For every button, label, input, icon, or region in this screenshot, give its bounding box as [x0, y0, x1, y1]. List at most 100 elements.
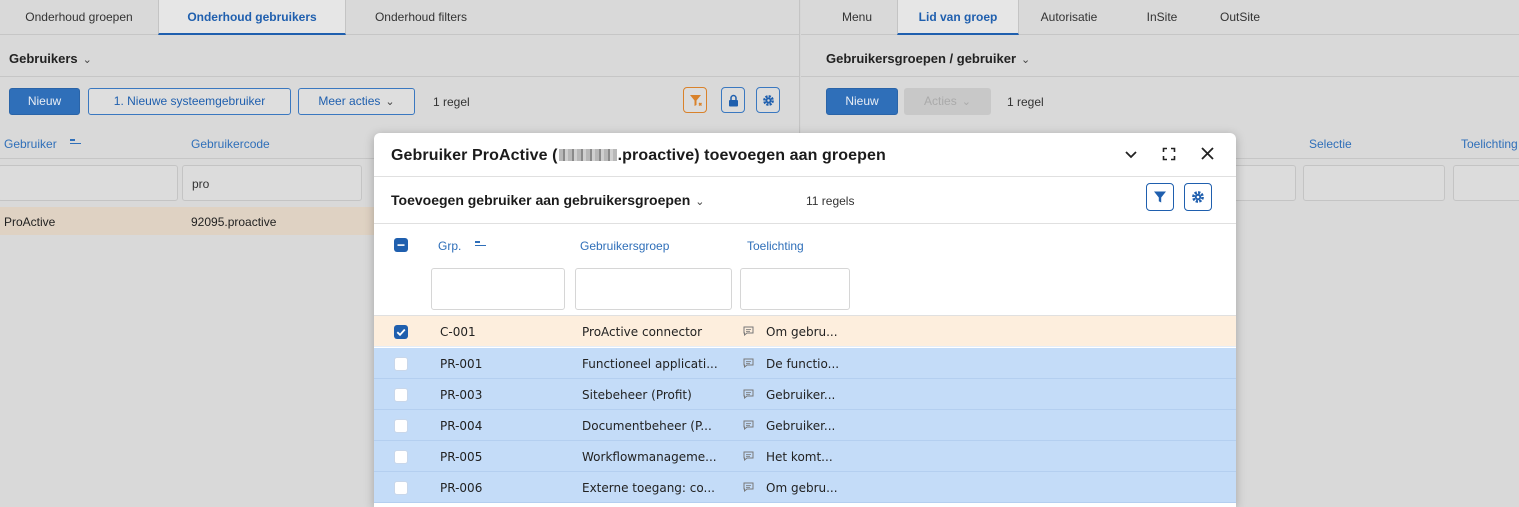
more-actions-label: Meer acties — [318, 94, 381, 108]
row-count: 1 regel — [433, 95, 470, 109]
maximize-icon — [1162, 147, 1176, 161]
column-header-gebruikercode[interactable]: Gebruikercode — [191, 137, 270, 151]
table-row[interactable]: PR-006 Externe toegang: co... Om gebru..… — [374, 472, 1236, 503]
chevron-down-icon: ⌄ — [385, 96, 395, 108]
column-header-selectie[interactable]: Selectie — [1309, 137, 1352, 151]
dialog-title-suffix: .proactive) toevoegen aan groepen — [617, 147, 886, 164]
filter-gebruikersgroep-input[interactable] — [575, 268, 732, 310]
collapse-button[interactable] — [1124, 146, 1138, 166]
dialog-subtitle[interactable]: Toevoegen gebruiker aan gebruikersgroepe… — [391, 192, 705, 208]
close-icon — [1201, 147, 1214, 160]
redacted-text — [558, 149, 617, 161]
column-header-toelichting[interactable]: Toelichting — [1461, 137, 1518, 151]
new-group-button[interactable]: Nieuw — [826, 88, 898, 115]
cell-note: Om gebru... — [766, 325, 838, 339]
left-tab-bar: Onderhoud groepen Onderhoud gebruikers O… — [0, 0, 799, 35]
row-checkbox[interactable] — [394, 481, 408, 495]
dialog-title-prefix: Gebruiker ProActive ( — [391, 147, 558, 164]
more-actions-button[interactable]: Meer acties ⌄ — [298, 88, 415, 115]
row-checkbox[interactable] — [394, 388, 408, 402]
select-all-checkbox[interactable] — [394, 238, 408, 252]
table-row[interactable]: C-001 ProActive connector Om gebru... — [374, 316, 1236, 347]
tab-outsite[interactable]: OutSite — [1205, 0, 1275, 35]
cell-grp: PR-004 — [440, 419, 483, 433]
divider — [801, 76, 1519, 77]
cell-group: Externe toegang: co... — [582, 481, 715, 495]
column-header-gebruikersgroep[interactable]: Gebruikersgroep — [580, 239, 669, 253]
filter-off-icon — [690, 95, 702, 106]
sort-icon — [70, 139, 82, 146]
table-row[interactable]: PR-001 Functioneel applicati... De funct… — [374, 348, 1236, 379]
maximize-button[interactable] — [1162, 146, 1176, 166]
comment-icon — [743, 326, 754, 336]
column-header-toelichting[interactable]: Toelichting — [747, 239, 804, 253]
cell-grp: PR-005 — [440, 450, 483, 464]
comment-icon — [743, 358, 754, 368]
tab-lid-van-groep[interactable]: Lid van groep — [897, 0, 1019, 35]
tab-menu[interactable]: Menu — [823, 0, 891, 35]
dialog-subtitle-text: Toevoegen gebruiker aan gebruikersgroepe… — [391, 192, 691, 208]
table-row[interactable]: PR-004 Documentbeheer (P... Gebruiker... — [374, 410, 1236, 441]
close-button[interactable] — [1200, 146, 1215, 166]
lock-button[interactable] — [721, 87, 745, 113]
filter-gebruikercode-input[interactable]: pro — [182, 165, 362, 201]
chevron-down-icon: ⌄ — [695, 196, 705, 208]
column-header-label: Grp. — [438, 239, 462, 253]
cell-group: Sitebeheer (Profit) — [582, 388, 692, 402]
row-checkbox[interactable] — [394, 419, 408, 433]
cell-grp: PR-006 — [440, 481, 483, 495]
filter-toelichting-input[interactable] — [1453, 165, 1519, 201]
column-header-gebruiker[interactable]: Gebruiker — [4, 137, 82, 151]
cell-group: Functioneel applicati... — [582, 357, 718, 371]
sort-icon — [474, 241, 486, 248]
tab-onderhoud-filters[interactable]: Onderhoud filters — [346, 0, 496, 35]
row-checkbox[interactable] — [394, 450, 408, 464]
row-checkbox[interactable] — [394, 357, 408, 371]
table-row[interactable]: PR-003 Sitebeheer (Profit) Gebruiker... — [374, 379, 1236, 410]
cell-group: Workflowmanageme... — [582, 450, 717, 464]
chevron-down-icon — [1125, 151, 1137, 159]
section-title-gebruikers[interactable]: Gebruikers ⌄ — [9, 51, 92, 66]
cell-note: Het komt... — [766, 450, 833, 464]
actions-button[interactable]: Acties ⌄ — [904, 88, 991, 115]
comment-icon — [743, 482, 754, 492]
column-header-grp[interactable]: Grp. — [438, 239, 486, 253]
tab-onderhoud-groepen[interactable]: Onderhoud groepen — [0, 0, 158, 35]
section-title-gebruikersgroepen[interactable]: Gebruikersgroepen / gebruiker ⌄ — [826, 51, 1030, 66]
new-system-user-button[interactable]: 1. Nieuwe systeemgebruiker — [88, 88, 291, 115]
chevron-down-icon: ⌄ — [961, 96, 971, 108]
filter-gebruiker-input[interactable] — [0, 165, 178, 201]
actions-label: Acties — [924, 94, 957, 108]
tab-onderhoud-gebruikers[interactable]: Onderhoud gebruikers — [158, 0, 346, 35]
cell-user: ProActive — [4, 215, 56, 229]
cell-group: Documentbeheer (P... — [582, 419, 712, 433]
comment-icon — [743, 451, 754, 461]
cell-note: De functio... — [766, 357, 840, 371]
gear-icon — [1192, 191, 1204, 203]
column-header-label: Gebruiker — [4, 137, 57, 151]
filter-toelichting-input[interactable] — [740, 268, 850, 310]
tab-autorisatie[interactable]: Autorisatie — [1029, 0, 1109, 35]
filter-button[interactable] — [1146, 183, 1174, 211]
settings-button[interactable] — [1184, 183, 1212, 211]
cell-note: Gebruiker... — [766, 388, 836, 402]
divider — [374, 176, 1236, 177]
table-row[interactable]: PR-005 Workflowmanageme... Het komt... — [374, 441, 1236, 472]
section-title-text: Gebruikersgroepen / gebruiker — [826, 51, 1017, 66]
filter-selectie-input[interactable] — [1303, 165, 1445, 201]
cell-note: Gebruiker... — [766, 419, 836, 433]
chevron-down-icon: ⌄ — [82, 54, 92, 66]
row-checkbox[interactable] — [394, 325, 408, 339]
settings-button[interactable] — [756, 87, 780, 113]
new-button[interactable]: Nieuw — [9, 88, 80, 115]
cell-note: Om gebru... — [766, 481, 838, 495]
divider — [374, 223, 1236, 224]
cell-grp: PR-003 — [440, 388, 483, 402]
lock-icon — [729, 94, 738, 107]
filter-grp-input[interactable] — [431, 268, 565, 310]
chevron-down-icon: ⌄ — [1021, 54, 1031, 66]
filter-button[interactable] — [683, 87, 707, 113]
indeterminate-icon — [397, 244, 405, 246]
tab-insite[interactable]: InSite — [1133, 0, 1191, 35]
row-count: 1 regel — [1007, 95, 1044, 109]
